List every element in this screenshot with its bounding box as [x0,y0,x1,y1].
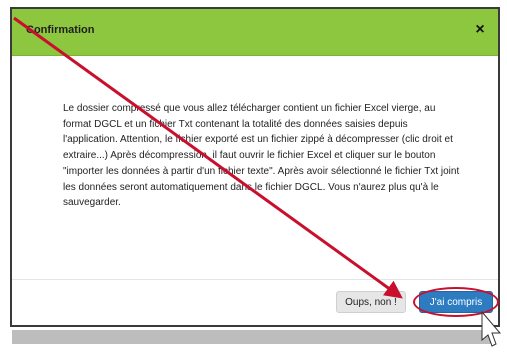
annotation-overlay [13,16,502,347]
mouse-pointer-icon [481,310,502,347]
arrow-annotation [13,16,403,299]
